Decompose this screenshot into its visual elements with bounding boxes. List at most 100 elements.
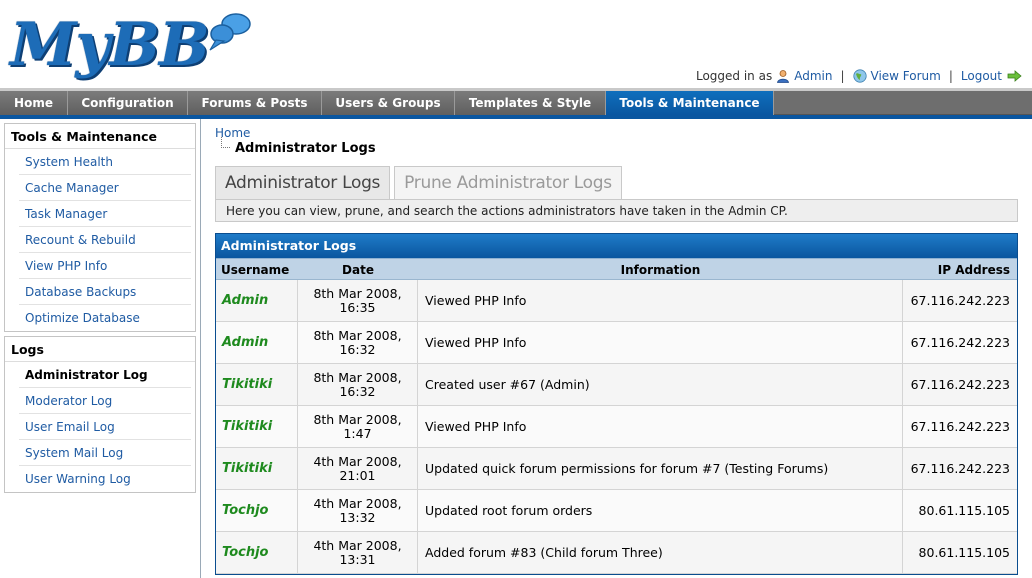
ip-address-cell: 67.116.242.223 bbox=[910, 461, 1010, 476]
tab-bar: Administrator Logs Prune Administrator L… bbox=[215, 166, 1018, 199]
column-information: Information bbox=[620, 263, 701, 277]
sidebar-item-task-manager[interactable]: Task Manager bbox=[19, 201, 191, 227]
date-day: 4th Mar 2008, bbox=[313, 453, 402, 469]
table-row: Tochjo 4th Mar 2008, 13:31 Added forum #8… bbox=[216, 532, 1017, 574]
page-header: MyBB Logged in as Admin | View Forum | L… bbox=[0, 0, 1032, 92]
nav-configuration[interactable]: Configuration bbox=[68, 91, 188, 115]
date-cell: 4th Mar 2008, 13:32 bbox=[298, 490, 418, 531]
separator: | bbox=[840, 69, 845, 83]
sidebar-item-system-mail-log[interactable]: System Mail Log bbox=[19, 440, 191, 466]
ip-address-cell: 67.116.242.223 bbox=[910, 293, 1010, 308]
date-day: 8th Mar 2008, bbox=[313, 369, 402, 385]
sidebar-tools-box: Tools & Maintenance System Health Cache … bbox=[4, 123, 196, 332]
view-forum-link[interactable]: View Forum bbox=[871, 69, 941, 83]
table-row: Tikitiki 8th Mar 2008, 1:47 Viewed PHP In… bbox=[216, 406, 1017, 448]
main-content: Home Administrator Logs Administrator Lo… bbox=[215, 126, 1018, 575]
sidebar-item-database-backups[interactable]: Database Backups bbox=[19, 279, 191, 305]
date-day: 8th Mar 2008, bbox=[313, 411, 402, 427]
date-day: 8th Mar 2008, bbox=[313, 285, 402, 301]
date-cell: 8th Mar 2008, 1:47 bbox=[298, 406, 418, 447]
globe-icon bbox=[852, 69, 867, 83]
username-link[interactable]: Tochjo bbox=[216, 490, 298, 531]
sidebar-item-cache-manager[interactable]: Cache Manager bbox=[19, 175, 191, 201]
date-time: 21:01 bbox=[339, 467, 376, 483]
ip-address-cell: 80.61.115.105 bbox=[918, 545, 1010, 560]
username-link[interactable]: Tochjo bbox=[216, 532, 298, 573]
sidebar-logs-box: Logs Administrator Log Moderator Log Use… bbox=[4, 336, 196, 493]
sidebar-item-system-health[interactable]: System Health bbox=[19, 149, 191, 175]
ip-address-cell: 80.61.115.105 bbox=[918, 503, 1010, 518]
information-cell: Created user #67 (Admin) bbox=[418, 364, 903, 405]
information-cell: Viewed PHP Info bbox=[418, 280, 903, 321]
user-bar: Logged in as Admin | View Forum | Logout bbox=[696, 69, 1022, 83]
information-cell: Viewed PHP Info bbox=[418, 322, 903, 363]
ip-address-cell: 67.116.242.223 bbox=[910, 377, 1010, 392]
table-row: Admin 8th Mar 2008, 16:35 Viewed PHP Info… bbox=[216, 280, 1017, 322]
nav-home[interactable]: Home bbox=[0, 91, 68, 115]
page-title: Administrator Logs bbox=[221, 137, 1018, 156]
date-time: 1:47 bbox=[343, 425, 372, 441]
table-row: Tikitiki 8th Mar 2008, 16:32 Created user… bbox=[216, 364, 1017, 406]
date-time: 16:35 bbox=[339, 299, 376, 315]
sidebar-item-moderator-log[interactable]: Moderator Log bbox=[19, 388, 191, 414]
table-title: Administrator Logs bbox=[216, 234, 1017, 258]
table-row: Tikitiki 4th Mar 2008, 21:01 Updated quic… bbox=[216, 448, 1017, 490]
username-link[interactable]: Tikitiki bbox=[216, 406, 298, 447]
table-header-row: Username Date Information IP Address bbox=[216, 258, 1017, 280]
username-link[interactable]: Admin bbox=[216, 280, 298, 321]
nav-tools-maintenance[interactable]: Tools & Maintenance bbox=[606, 91, 774, 115]
username-link[interactable]: Tikitiki bbox=[216, 364, 298, 405]
date-cell: 8th Mar 2008, 16:35 bbox=[298, 280, 418, 321]
logo-text: MyBB bbox=[10, 10, 210, 80]
sidebar-logs-title: Logs bbox=[5, 337, 195, 362]
information-cell: Viewed PHP Info bbox=[418, 406, 903, 447]
sidebar-item-optimize-database[interactable]: Optimize Database bbox=[19, 305, 191, 331]
separator: | bbox=[948, 69, 953, 83]
sidebar-item-user-warning-log[interactable]: User Warning Log bbox=[19, 466, 191, 492]
username-link[interactable]: Tikitiki bbox=[216, 448, 298, 489]
date-cell: 8th Mar 2008, 16:32 bbox=[298, 322, 418, 363]
sidebar-item-administrator-log[interactable]: Administrator Log bbox=[19, 362, 191, 388]
date-day: 4th Mar 2008, bbox=[313, 537, 402, 553]
admin-user-link[interactable]: Admin bbox=[794, 69, 832, 83]
date-cell: 8th Mar 2008, 16:32 bbox=[298, 364, 418, 405]
date-day: 8th Mar 2008, bbox=[313, 327, 402, 343]
sidebar-tools-title: Tools & Maintenance bbox=[5, 124, 195, 149]
logged-in-label: Logged in as bbox=[695, 69, 773, 83]
tab-prune-administrator-logs[interactable]: Prune Administrator Logs bbox=[394, 166, 622, 199]
logout-link[interactable]: Logout bbox=[961, 69, 1002, 83]
table-body: Admin 8th Mar 2008, 16:35 Viewed PHP Info… bbox=[216, 280, 1017, 574]
table-row: Admin 8th Mar 2008, 16:32 Viewed PHP Info… bbox=[216, 322, 1017, 364]
date-time: 13:32 bbox=[339, 509, 376, 525]
main-nav: Home Configuration Forums & Posts Users … bbox=[0, 91, 1032, 115]
tab-description: Here you can view, prune, and search the… bbox=[215, 199, 1018, 222]
date-time: 13:31 bbox=[339, 551, 376, 567]
table-row: Tochjo 4th Mar 2008, 13:32 Updated root f… bbox=[216, 490, 1017, 532]
information-cell: Updated quick forum permissions for foru… bbox=[418, 448, 903, 489]
information-cell: Updated root forum orders bbox=[418, 490, 903, 531]
tab-administrator-logs[interactable]: Administrator Logs bbox=[215, 166, 391, 199]
ip-address-cell: 67.116.242.223 bbox=[910, 419, 1010, 434]
column-date: Date bbox=[342, 263, 374, 277]
logout-arrow-icon bbox=[1007, 70, 1022, 82]
date-cell: 4th Mar 2008, 13:31 bbox=[298, 532, 418, 573]
nav-forums-posts[interactable]: Forums & Posts bbox=[188, 91, 322, 115]
sidebar-item-user-email-log[interactable]: User Email Log bbox=[19, 414, 191, 440]
information-cell: Added forum #83 (Child forum Three) bbox=[418, 532, 903, 573]
column-ip-address: IP Address bbox=[937, 263, 1010, 277]
nav-users-groups[interactable]: Users & Groups bbox=[322, 91, 455, 115]
breadcrumb: Home Administrator Logs bbox=[215, 126, 1018, 156]
user-icon bbox=[777, 70, 790, 83]
date-time: 16:32 bbox=[339, 341, 376, 357]
sidebar-item-view-php-info[interactable]: View PHP Info bbox=[19, 253, 191, 279]
date-cell: 4th Mar 2008, 21:01 bbox=[298, 448, 418, 489]
speech-bubble-icon bbox=[209, 13, 251, 51]
column-username: Username bbox=[221, 263, 290, 277]
sidebar-item-recount-rebuild[interactable]: Recount & Rebuild bbox=[19, 227, 191, 253]
date-time: 16:32 bbox=[339, 383, 376, 399]
sidebar: Tools & Maintenance System Health Cache … bbox=[0, 119, 201, 578]
admin-logs-table: Administrator Logs Username Date Informa… bbox=[215, 233, 1018, 575]
ip-address-cell: 67.116.242.223 bbox=[910, 335, 1010, 350]
username-link[interactable]: Admin bbox=[216, 322, 298, 363]
nav-templates-style[interactable]: Templates & Style bbox=[455, 91, 606, 115]
